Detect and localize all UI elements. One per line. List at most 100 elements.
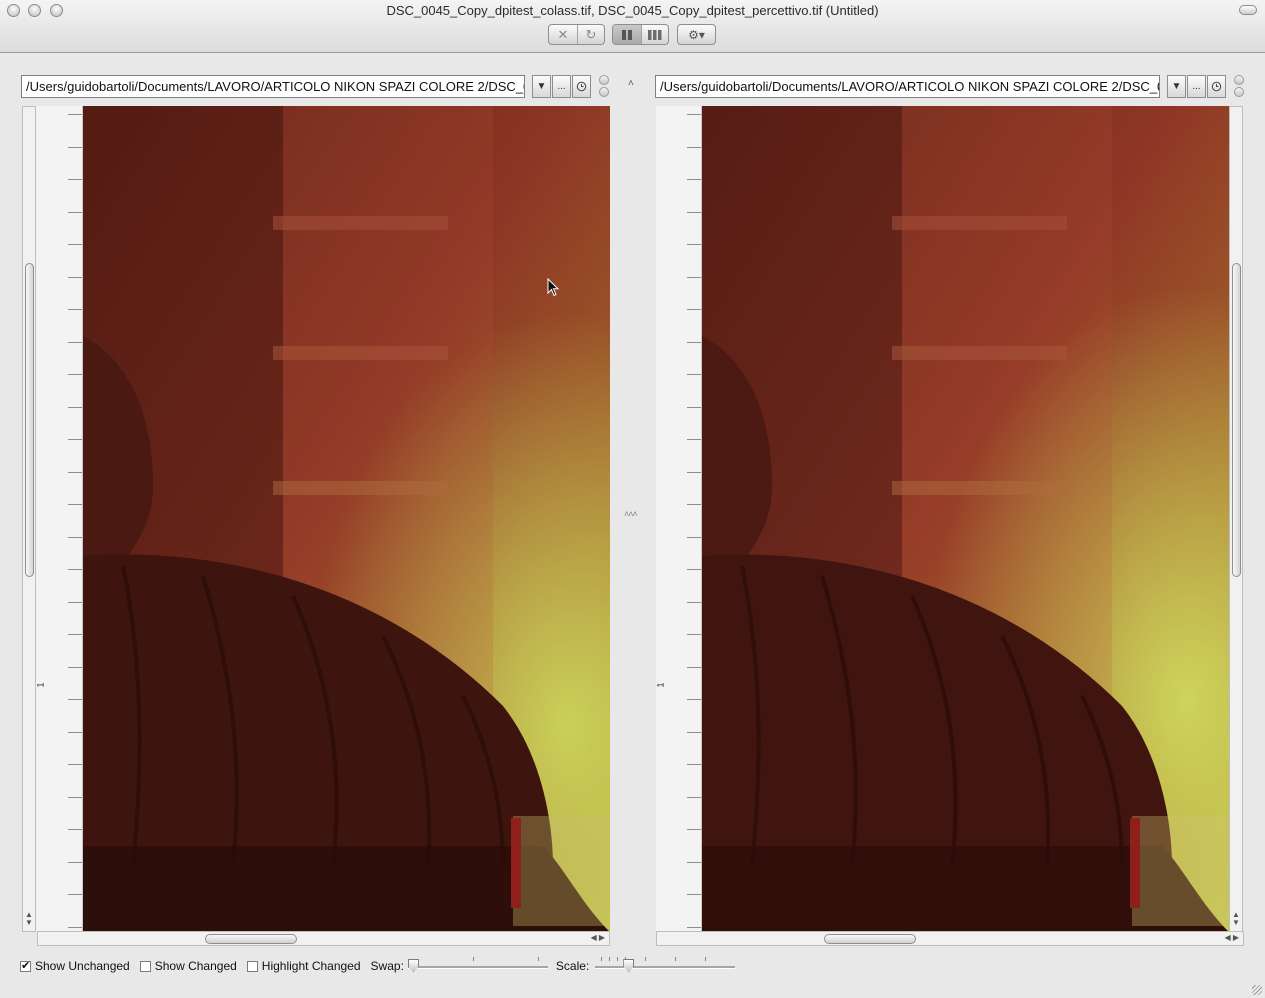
left-vertical-scrollbar[interactable]: ▲ ▼ <box>22 106 36 932</box>
highlight-changed-label: Highlight Changed <box>261 959 361 973</box>
ruler-tick <box>687 407 701 408</box>
left-ruler-label: 1 <box>35 682 46 688</box>
scale-slider-track <box>595 966 736 969</box>
left-vertical-scroll-arrows[interactable]: ▲ ▼ <box>25 911 33 927</box>
swap-slider-knob[interactable] <box>407 959 419 972</box>
ruler-tick <box>687 569 701 570</box>
right-prev-diff-button[interactable] <box>1234 75 1244 85</box>
left-next-diff-button[interactable] <box>599 87 609 97</box>
right-vertical-scroll-thumb[interactable] <box>1232 263 1241 577</box>
ruler-tick <box>687 309 701 310</box>
swap-slider-tick <box>537 957 539 961</box>
show-changed-checkbox[interactable]: Show Changed <box>139 959 237 973</box>
ruler-tick <box>68 732 82 733</box>
ruler-tick <box>687 537 701 538</box>
right-path-dropdown-button[interactable]: ▼ <box>1167 75 1186 98</box>
ruler-tick <box>687 732 701 733</box>
left-path-field[interactable]: /Users/guidobartoli/Documents/LAVORO/ART… <box>21 75 525 98</box>
swap-label: Swap: <box>370 959 404 973</box>
left-path-dropdown-button[interactable]: ▼ <box>532 75 551 98</box>
ruler-tick <box>687 634 701 635</box>
show-changed-check[interactable] <box>139 960 151 972</box>
left-history-button[interactable] <box>572 75 591 98</box>
right-vertical-scroll-arrows[interactable]: ▲ ▼ <box>1232 911 1240 927</box>
right-history-button[interactable] <box>1207 75 1226 98</box>
divider-grip[interactable]: ˄˄˄ <box>624 509 638 519</box>
show-changed-label: Show Changed <box>154 959 237 973</box>
ruler-tick <box>68 829 82 830</box>
toolbar-toggle-button[interactable] <box>1239 5 1257 15</box>
gear-menu-icon[interactable]: ⚙▾ <box>678 25 715 44</box>
window-resize-grip[interactable] <box>1252 985 1262 995</box>
ruler-tick <box>68 472 82 473</box>
scale-slider[interactable] <box>595 956 736 976</box>
ruler-tick <box>68 537 82 538</box>
stop-icon[interactable]: ✕ <box>549 25 577 44</box>
ruler-tick <box>687 927 701 928</box>
two-column-layout-button[interactable] <box>613 25 641 44</box>
left-vertical-scroll-thumb[interactable] <box>25 263 34 577</box>
ruler-tick <box>68 309 82 310</box>
show-unchanged-checkbox[interactable]: ✔ Show Unchanged <box>20 959 130 973</box>
ruler-tick <box>687 862 701 863</box>
swap-slider[interactable] <box>407 956 548 976</box>
right-image-content <box>702 106 1229 932</box>
ruler-tick <box>687 179 701 180</box>
highlight-changed-check[interactable] <box>246 960 258 972</box>
ruler-tick <box>687 439 701 440</box>
show-unchanged-label: Show Unchanged <box>35 959 130 973</box>
three-column-layout-button[interactable] <box>641 25 668 44</box>
history-icon <box>576 81 587 92</box>
right-image <box>702 106 1229 932</box>
title-bar: DSC_0045_Copy_dpitest_colass.tif, DSC_00… <box>0 0 1265 53</box>
right-browse-button[interactable]: ... <box>1187 75 1206 98</box>
highlight-changed-checkbox[interactable]: Highlight Changed <box>246 959 361 973</box>
ruler-tick <box>687 114 701 115</box>
right-next-diff-button[interactable] <box>1234 87 1244 97</box>
mouse-pointer-icon <box>547 278 560 297</box>
right-horizontal-scroll-thumb[interactable] <box>824 934 916 944</box>
left-image-content <box>83 106 610 932</box>
right-horizontal-scroll-arrows[interactable]: ◀ ▶ <box>1224 933 1239 942</box>
ruler-tick <box>68 504 82 505</box>
divider-collapse-button[interactable]: ˄ <box>628 78 634 89</box>
ruler-tick <box>68 147 82 148</box>
ruler-tick <box>68 602 82 603</box>
ruler-tick <box>687 829 701 830</box>
ruler-tick <box>687 277 701 278</box>
ruler-tick <box>68 927 82 928</box>
left-prev-diff-button[interactable] <box>599 75 609 85</box>
scale-slider-tick <box>617 957 619 961</box>
right-ruler-label: 1 <box>655 682 666 688</box>
ruler-tick <box>687 797 701 798</box>
refresh-icon[interactable]: ↻ <box>577 25 604 44</box>
two-columns-icon <box>622 29 632 40</box>
left-horizontal-scroll-arrows[interactable]: ◀ ▶ <box>590 933 605 942</box>
ruler-tick <box>68 862 82 863</box>
ruler-tick <box>68 894 82 895</box>
right-horizontal-scrollbar[interactable]: ◀ ▶ <box>656 931 1244 946</box>
scale-slider-knob[interactable] <box>623 959 635 972</box>
ruler-tick <box>687 212 701 213</box>
ruler-tick <box>68 342 82 343</box>
left-horizontal-scrollbar[interactable]: ◀ ▶ <box>37 931 610 946</box>
scale-label: Scale: <box>555 959 590 973</box>
right-path-field[interactable]: /Users/guidobartoli/Documents/LAVORO/ART… <box>655 75 1160 98</box>
ruler-tick <box>68 764 82 765</box>
left-horizontal-scroll-thumb[interactable] <box>205 934 297 944</box>
ruler-tick <box>687 342 701 343</box>
right-vertical-scrollbar[interactable]: ▲ ▼ <box>1229 106 1243 932</box>
window-title: DSC_0045_Copy_dpitest_colass.tif, DSC_00… <box>386 3 879 18</box>
left-image <box>83 106 610 932</box>
scale-slider-tick <box>645 957 647 961</box>
ruler-tick <box>687 472 701 473</box>
ruler-tick <box>68 212 82 213</box>
scale-slider-tick <box>705 957 707 961</box>
ruler-tick <box>68 277 82 278</box>
ruler-tick <box>687 374 701 375</box>
show-unchanged-check[interactable]: ✔ <box>20 960 31 972</box>
ruler-tick <box>68 244 82 245</box>
ruler-tick <box>68 634 82 635</box>
ruler-tick <box>687 764 701 765</box>
left-browse-button[interactable]: ... <box>552 75 571 98</box>
